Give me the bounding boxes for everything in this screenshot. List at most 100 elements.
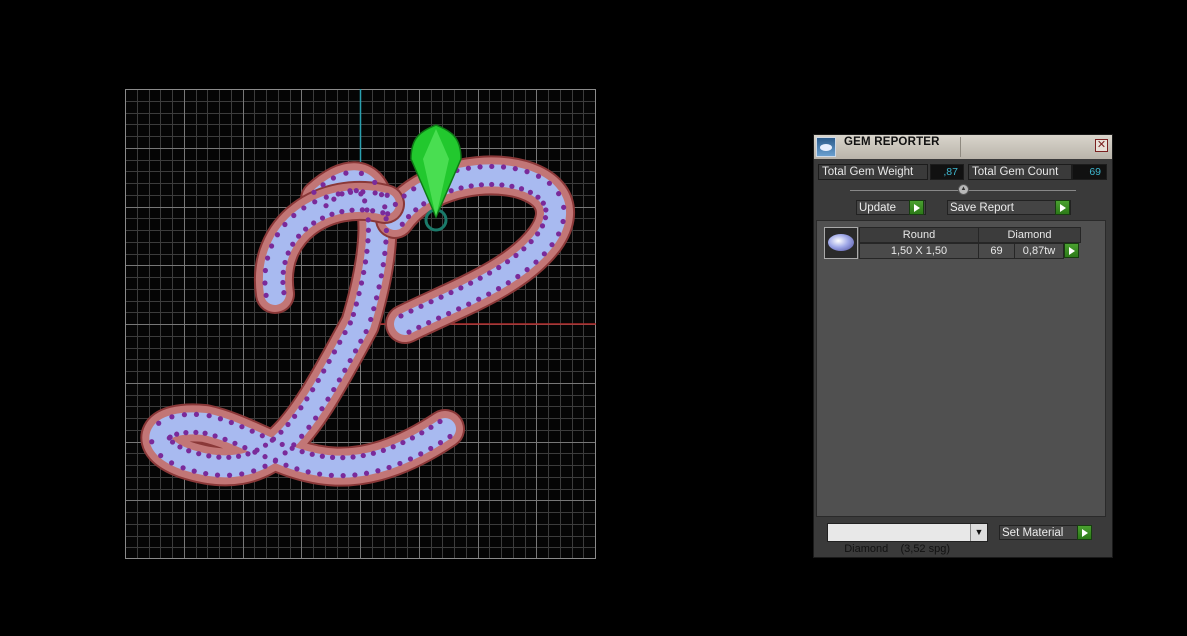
prong-dot (337, 339, 343, 345)
prong-dot (365, 238, 371, 244)
prong-dot (466, 301, 472, 307)
prong-dot (524, 169, 530, 175)
prong-dot (360, 452, 366, 459)
prong-dot (477, 275, 483, 281)
prong-dot (319, 453, 325, 459)
prong-dot (428, 299, 434, 305)
save-report-play-icon[interactable] (1055, 200, 1070, 215)
prong-dot (252, 449, 258, 455)
prong-dot (340, 455, 346, 461)
material-select[interactable]: Diamond (3,52 spg) ▼ (827, 523, 988, 555)
prong-dot (352, 348, 359, 354)
update-play-icon[interactable] (909, 200, 924, 215)
prong-dot (299, 433, 305, 439)
prong-dot (400, 439, 406, 446)
prong-dot (362, 259, 369, 265)
prong-dot (242, 445, 248, 451)
prong-dot (362, 198, 368, 204)
close-icon[interactable]: ✕ (1095, 139, 1108, 152)
gem-list: Round Diamond 1,50 X 1,50 69 0,87tw (816, 220, 1106, 517)
prong-dot (535, 194, 541, 200)
prong-dot (331, 386, 337, 393)
prong-dot (360, 189, 366, 195)
prong-dot (274, 232, 281, 238)
prong-dot (478, 182, 485, 188)
prong-dot (262, 454, 268, 460)
prong-dot (447, 433, 453, 440)
prong-dot (561, 204, 567, 210)
total-gem-weight-label: Total Gem Weight (818, 164, 928, 180)
prong-dot (539, 223, 546, 229)
total-gem-weight-value: ,87 (930, 164, 964, 180)
prong-dot (445, 310, 452, 317)
panel-titlebar[interactable]: GEM REPORTER ✕ (814, 135, 1112, 159)
prong-dot (167, 434, 173, 440)
prong-dot (317, 471, 323, 477)
prong-dot (285, 421, 291, 428)
prong-dot (383, 239, 389, 245)
prong-dot (328, 472, 334, 478)
prong-dot (542, 215, 549, 221)
prong-dot (533, 259, 539, 265)
prong-dot (156, 420, 162, 426)
prong-dot (272, 458, 278, 464)
prong-dot (437, 440, 444, 446)
panel-title: GEM REPORTER (844, 136, 940, 148)
prong-dot (263, 292, 269, 298)
prong-dot (504, 259, 511, 265)
prong-dot (428, 445, 434, 452)
prong-dot (311, 189, 317, 195)
prong-dot (401, 193, 407, 199)
prong-dot (477, 164, 483, 170)
total-gem-count-label: Total Gem Count (968, 164, 1072, 180)
prong-dot (555, 231, 562, 237)
prong-dot (350, 454, 356, 460)
prong-dot (347, 357, 353, 364)
prong-dot (541, 251, 547, 257)
prong-dot (282, 450, 288, 456)
prong-dot (294, 466, 300, 472)
save-report-button[interactable]: Save Report (947, 200, 1071, 215)
prong-dot (486, 270, 493, 276)
prong-dot (405, 214, 412, 220)
prong-dot (397, 460, 403, 467)
prong-dot (495, 286, 502, 292)
chevron-down-icon[interactable]: ▼ (970, 524, 987, 541)
prong-dot (212, 433, 218, 439)
gem-weight-cell: 0,87tw (1014, 243, 1064, 259)
prong-dot (448, 289, 454, 296)
prong-dot (418, 451, 424, 457)
prong-dot (378, 192, 385, 198)
prong-dot (416, 324, 422, 330)
splitter-handle[interactable]: ▲ (958, 184, 969, 195)
prong-dot (435, 315, 442, 321)
prong-dot (426, 320, 432, 326)
set-material-play-icon[interactable] (1077, 525, 1092, 540)
prong-dot (364, 207, 370, 213)
prong-dot (239, 424, 245, 430)
prong-dot (262, 267, 268, 274)
prong-dot (365, 217, 371, 223)
prong-dot (347, 189, 354, 195)
prong-dot (280, 269, 286, 275)
prong-dot (206, 413, 212, 419)
prong-dot (499, 182, 505, 188)
prong-dot (249, 428, 255, 434)
prong-dot (486, 291, 492, 297)
prong-dot (216, 454, 222, 460)
prong-dot (527, 189, 533, 195)
prong-dot (279, 441, 285, 448)
viewport-canvas[interactable] (125, 89, 596, 559)
prong-dot (353, 188, 359, 194)
prong-dot (319, 215, 326, 221)
prong-dot (358, 338, 364, 344)
prong-dot (193, 411, 200, 418)
titlebar-separator (960, 137, 961, 157)
prong-dot (262, 280, 268, 286)
prong-dot (364, 248, 370, 254)
gem-cut-header: Round (859, 227, 979, 243)
3d-viewport[interactable] (125, 89, 596, 559)
prong-dot (280, 279, 286, 286)
gem-row-play-icon[interactable] (1064, 243, 1079, 258)
prong-dot (290, 241, 296, 247)
